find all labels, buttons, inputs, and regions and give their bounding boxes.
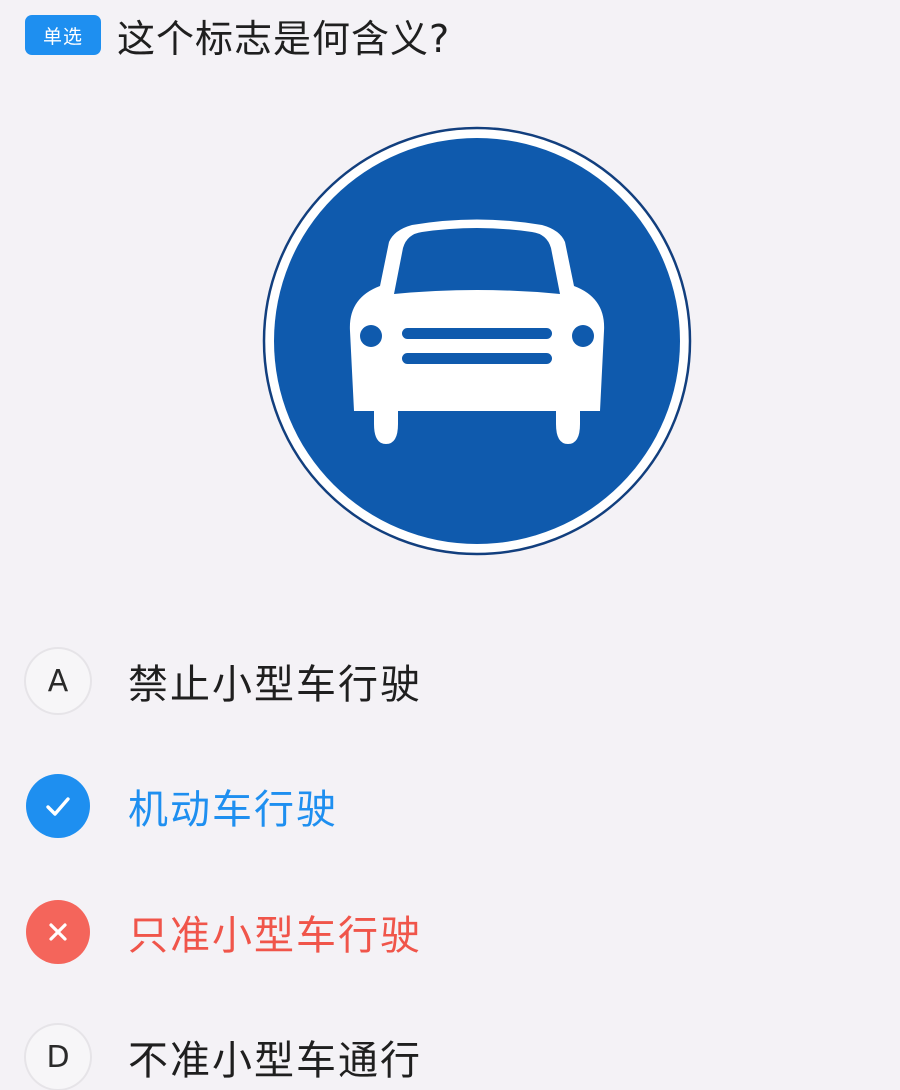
- question-header: 单选 这个标志是何含义?: [25, 10, 451, 61]
- close-icon: [26, 900, 90, 964]
- car-front-icon: [262, 126, 692, 556]
- option-c[interactable]: 只准小型车行驶: [26, 899, 422, 965]
- option-marker-d: D: [26, 1025, 90, 1089]
- option-a[interactable]: A 禁止小型车行驶: [26, 648, 422, 714]
- question-text: 这个标志是何含义?: [117, 16, 451, 61]
- check-icon: [26, 774, 90, 838]
- option-b[interactable]: 机动车行驶: [26, 773, 338, 839]
- option-c-label: 只准小型车行驶: [128, 913, 422, 959]
- option-marker-a: A: [26, 649, 90, 713]
- option-a-label: 禁止小型车行驶: [128, 662, 422, 708]
- option-b-label: 机动车行驶: [128, 787, 338, 833]
- option-d-label: 不准小型车通行: [128, 1038, 422, 1084]
- traffic-sign-image: [262, 126, 692, 556]
- option-d[interactable]: D 不准小型车通行: [26, 1024, 422, 1090]
- question-type-badge: 单选: [25, 15, 101, 55]
